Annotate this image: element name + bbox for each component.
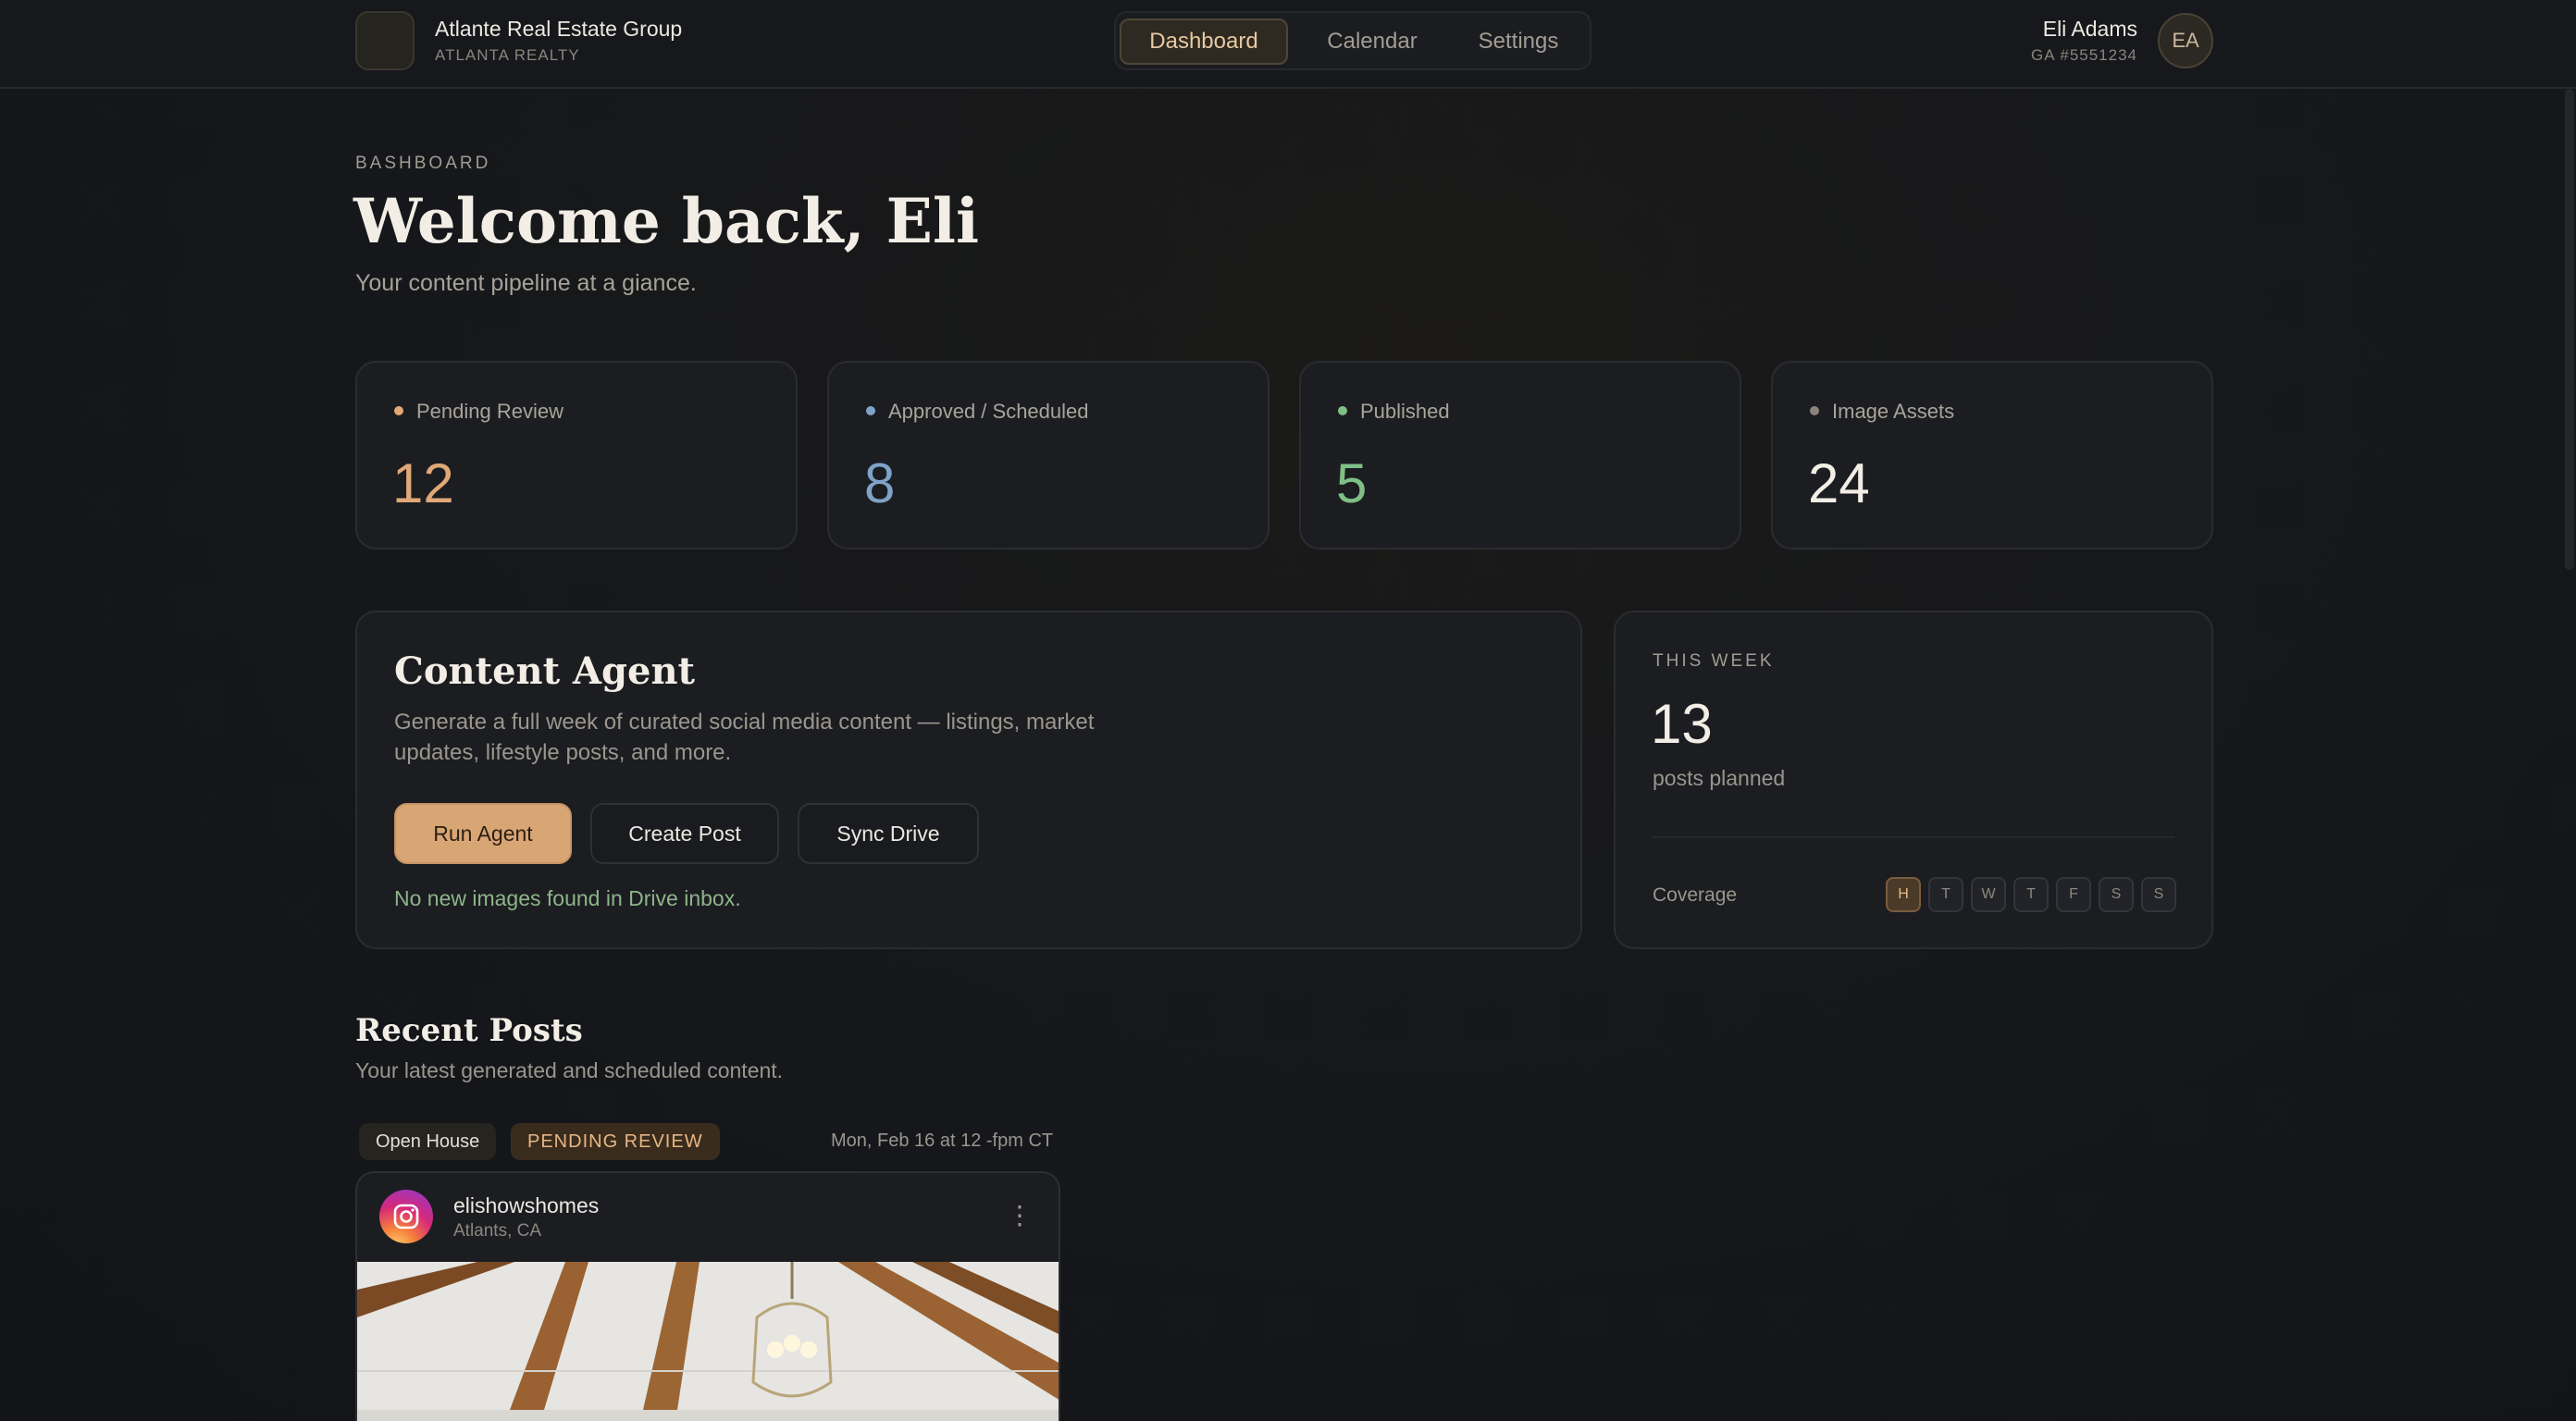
scrollbar[interactable] <box>2565 89 2574 570</box>
agent-status: No new images found in Drive inbox. <box>394 886 741 910</box>
stat-value: 12 <box>392 452 454 514</box>
status-dot-icon <box>1810 406 1819 416</box>
tab-dashboard[interactable]: Dashboard <box>1120 19 1288 65</box>
week-subtitle: posts planned <box>1653 766 1786 790</box>
stat-label: Approved / Scheduled <box>866 400 1089 424</box>
tab-calendar[interactable]: Calendar <box>1295 19 1449 65</box>
user-name: Eli Adams <box>2042 17 2137 41</box>
page-title: Welcome back, Eli <box>353 185 980 257</box>
stat-value: 8 <box>864 452 896 514</box>
avatar[interactable]: EA <box>2158 13 2213 68</box>
status-badge: PENDING REVIEW <box>511 1123 720 1160</box>
sync-drive-button[interactable]: Sync Drive <box>798 803 979 864</box>
divider <box>1653 836 2174 838</box>
post-username[interactable]: elishowshomes <box>453 1193 599 1218</box>
stat-label-text: Image Assets <box>1832 400 1955 423</box>
coverage-day[interactable]: T <box>1928 877 1963 912</box>
recent-posts-subtitle: Your latest generated and scheduled cont… <box>355 1058 784 1082</box>
post-card[interactable]: elishowshomes Atlants, CA ⋮ <box>355 1171 1060 1421</box>
coverage-day[interactable]: W <box>1971 877 2006 912</box>
more-vertical-icon[interactable]: ⋮ <box>1007 1203 1033 1229</box>
stat-card-pending[interactable]: Pending Review 12 <box>355 361 798 550</box>
top-bar: Atlante Real Estate Group ATLANTA REALTY… <box>0 0 2576 89</box>
main-nav: Dashboard Calendar Settings <box>1114 11 1591 70</box>
this-week-panel: THIS WEEK 13 posts planned Coverage H T … <box>1614 611 2213 949</box>
coverage-day[interactable]: S <box>2099 877 2134 912</box>
stat-label: Pending Review <box>394 400 564 424</box>
user-license: GA #5551234 <box>2031 46 2137 64</box>
run-agent-button[interactable]: Run Agent <box>394 803 572 864</box>
stat-card-image-assets[interactable]: Image Assets 24 <box>1771 361 2213 550</box>
brand-logo[interactable] <box>355 11 415 70</box>
coverage-label: Coverage <box>1653 884 1738 906</box>
status-dot-icon <box>1338 406 1347 416</box>
post-timestamp: Mon, Feb 16 at 12 -fpm CT <box>831 1131 1054 1151</box>
week-eyebrow: THIS WEEK <box>1653 651 1775 671</box>
post-location: Atlants, CA <box>453 1221 542 1241</box>
page-subtitle: Your content pipeline at a giance. <box>355 270 697 296</box>
stat-value: 5 <box>1336 452 1368 514</box>
agent-description: Generate a full week of curated social m… <box>394 710 1095 765</box>
stat-label: Image Assets <box>1810 400 1954 424</box>
brand-name: Atlante Real Estate Group <box>435 17 683 41</box>
tab-settings[interactable]: Settings <box>1449 19 1588 65</box>
instagram-icon <box>379 1190 433 1243</box>
coverage-day[interactable]: H <box>1886 877 1921 912</box>
content-agent-panel: Content Agent Generate a full week of cu… <box>355 611 1582 949</box>
week-posts-count: 13 <box>1651 693 1713 755</box>
stat-label: Published <box>1338 400 1450 424</box>
page-eyebrow: BASHBOARD <box>355 154 491 173</box>
coverage-day[interactable]: S <box>2141 877 2176 912</box>
post-photo-illustration <box>357 1262 1059 1421</box>
brand-subtitle: ATLANTA REALTY <box>435 46 580 64</box>
post-type-badge: Open House <box>359 1123 497 1160</box>
status-dot-icon <box>866 406 875 416</box>
coverage-day[interactable]: T <box>2013 877 2049 912</box>
post-image[interactable] <box>357 1262 1059 1421</box>
stat-label-text: Published <box>1360 400 1450 423</box>
stat-label-text: Approved / Scheduled <box>888 400 1089 423</box>
recent-posts-title: Recent Posts <box>355 1012 583 1049</box>
coverage-day[interactable]: F <box>2056 877 2091 912</box>
status-dot-icon <box>394 406 403 416</box>
stat-label-text: Pending Review <box>416 400 564 423</box>
agent-title: Content Agent <box>394 649 696 693</box>
create-post-button[interactable]: Create Post <box>590 803 779 864</box>
stat-card-approved[interactable]: Approved / Scheduled 8 <box>827 361 1269 550</box>
stat-card-published[interactable]: Published 5 <box>1299 361 1741 550</box>
stat-value: 24 <box>1808 452 1870 514</box>
